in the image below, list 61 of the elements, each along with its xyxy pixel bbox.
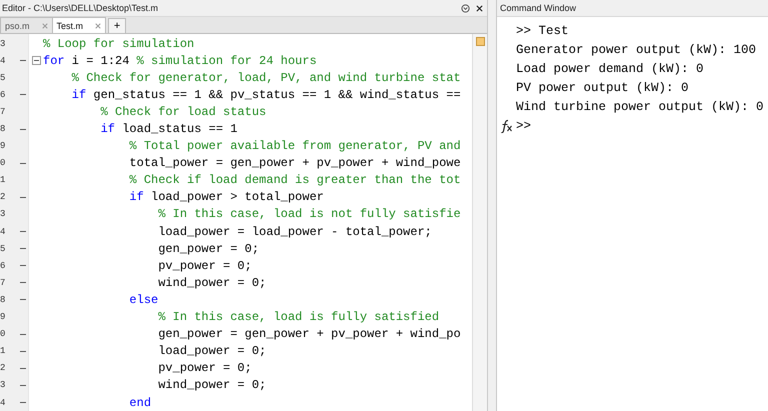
tab-label: Test.m (56, 20, 84, 30)
line-number: 2 (0, 192, 6, 202)
line-number: 1 (0, 346, 6, 356)
console-output-line: Generator power output (kW): 100 (515, 42, 758, 58)
line-number: 4 (0, 226, 6, 237)
editor-title: Editor - C:\Users\DELL\Desktop\Test.m (2, 3, 158, 13)
line-number: 8 (0, 294, 6, 305)
fold-toggle-icon[interactable] (32, 56, 40, 66)
code-line: % In this case, load is fully satisfied (157, 310, 440, 324)
console-output-line: >> Test (515, 22, 570, 40)
code-line: load_power = load_power - total_power; (157, 224, 432, 239)
line-number: 3 (0, 209, 6, 220)
function-icon[interactable] (499, 118, 513, 132)
line-number: 5 (0, 244, 6, 254)
line-number: 8 (0, 124, 6, 134)
line-number: 0 (0, 329, 6, 340)
code-line: % Loop for simulation (43, 36, 194, 51)
tab-label: pso.m (5, 20, 30, 30)
status-indicator-icon (476, 37, 484, 46)
code-line: % Check if load demand is greater than the tot (128, 173, 461, 188)
code-line: wind_power = 0; (157, 378, 266, 392)
code-line: wind_power = 0; (157, 276, 266, 290)
code-line: end (128, 396, 152, 410)
line-number: 2 (0, 363, 6, 374)
line-number: 1 (0, 175, 6, 186)
console-output-line: Load power demand (kW): 0 (515, 60, 705, 78)
dropdown-icon[interactable] (461, 4, 470, 12)
code-line: load_power = 0; (157, 344, 266, 358)
code-line: if load_status == 1 (100, 122, 238, 136)
file-tab[interactable]: pso.m (0, 17, 53, 33)
code-line: for i = 1:24 % simulation for 24 hours (43, 54, 317, 68)
line-number: 9 (0, 312, 6, 322)
code-line: % In this case, load is not fully satisfie (157, 207, 461, 222)
line-number: 6 (0, 260, 6, 271)
code-line: else (128, 292, 158, 307)
line-number: 3 (0, 380, 6, 390)
line-number: 5 (0, 72, 6, 83)
line-number: 4 (0, 398, 6, 408)
line-number: 6 (0, 90, 6, 100)
code-line: % Total power available from generator, PV and (128, 139, 461, 154)
code-line: total_power = gen_power + pv_power + wind_powe (128, 156, 461, 170)
console-output-line: Wind turbine power output (kW): 0 (515, 98, 765, 116)
file-tab[interactable]: Test.m (52, 17, 106, 33)
code-line: if load_power > total_power (128, 190, 324, 204)
code-line: pv_power = 0; (157, 361, 252, 376)
new-tab-button[interactable]: + (108, 18, 126, 33)
code-line: pv_power = 0; (157, 258, 252, 273)
code-line: gen_power = gen_power + pv_power + wind_po (157, 327, 461, 342)
code-line: if gen_status == 1 && pv_status == 1 && wind_status == (70, 88, 461, 102)
line-number: 3 (0, 38, 6, 49)
code-line: % Check for load status (100, 104, 266, 119)
line-number: 9 (0, 141, 6, 152)
console-output-line: PV power output (kW): 0 (515, 80, 690, 96)
command-prompt: >> (516, 118, 532, 132)
code-line: % Check for generator, load, PV, and wind turbine stat (70, 70, 461, 85)
line-number: 7 (0, 278, 6, 288)
line-number: 4 (0, 56, 6, 66)
code-line: gen_power = 0; (157, 242, 260, 256)
line-number: 0 (0, 158, 6, 168)
close-icon[interactable] (476, 4, 483, 12)
line-number: 7 (0, 106, 6, 117)
